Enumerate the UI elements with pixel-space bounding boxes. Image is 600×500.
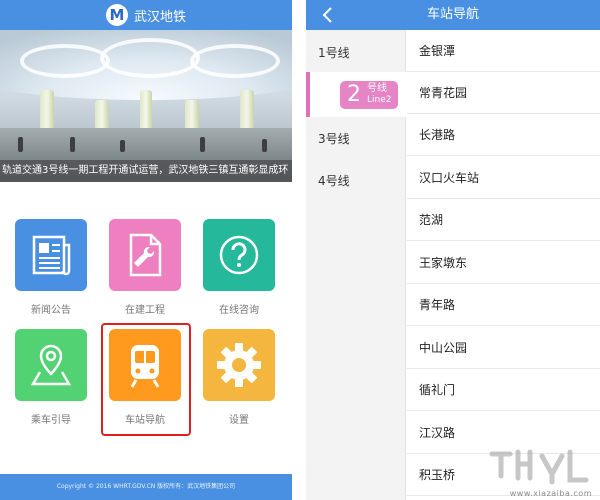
nav-header: 车站导航 [306,0,600,30]
home-screen: M 武汉地铁 轨道交通3号线一期工程开通试运营，武汉地铁三镇互通彰显成环 新闻公… [0,0,292,500]
station-item[interactable]: 王家墩东 [407,242,600,284]
app-title: 武汉地铁 [133,9,186,25]
station-list: 金银潭 常青花园 长港路 汉口火车站 范湖 王家墩东 青年路 中山公园 循礼门 … [407,30,600,500]
page-title: 车站导航 [426,7,479,22]
consult-label: 在线咨询 [219,305,259,316]
news-label: 新闻公告 [31,305,71,316]
watermark-site: www.xiazaiba.com [509,489,592,498]
station-item[interactable]: 中山公园 [407,327,600,369]
line2-label: 号线 [367,83,387,94]
settings-label: 设置 [229,415,249,426]
news-tile[interactable] [15,219,87,291]
newspaper-icon [32,235,71,276]
gear-icon [217,343,261,387]
map-pin-icon [30,344,72,386]
construction-label: 在建工程 [125,305,165,316]
consult-tile[interactable] [203,219,275,291]
station-navigation-screen: 车站导航 1号线 2 号线 Line2 3号线 4号线 金银潭 常青花园 长港路… [306,0,600,500]
news-banner[interactable]: 轨道交通3号线一期工程开通试运营，武汉地铁三镇互通彰显成环 [0,30,292,182]
guide-label: 乘车引导 [31,415,71,426]
line2-badge: 2 号线 Line2 [340,81,398,109]
station-item[interactable]: 长港路 [407,114,600,156]
station-item[interactable]: 汉口火车站 [407,157,600,199]
banner-caption: 轨道交通3号线一期工程开通试运营，武汉地铁三镇互通彰显成环 [0,160,292,182]
metro-logo-icon: M [105,4,128,26]
highlight-box [101,323,191,436]
station-item[interactable]: 范湖 [407,199,600,241]
copyright-footer: Copyright © 2016 WHRT.GDV.CN 版权所有：武汉地铁集团… [0,474,292,500]
station-item[interactable]: 金银潭 [407,30,600,72]
line-item-4[interactable]: 4号线 [306,172,406,189]
document-wrench-icon [129,233,162,277]
line-list: 1号线 2 号线 Line2 3号线 4号线 [306,30,406,500]
line2-number: 2 [347,82,361,107]
station-item[interactable]: 循礼门 [407,369,600,411]
station-item[interactable]: 青年路 [407,284,600,326]
construction-tile[interactable] [109,219,181,291]
question-icon [219,235,259,275]
station-item[interactable]: 常青花园 [407,72,600,114]
line-item-2-selected[interactable]: 2 号线 Line2 [306,72,406,117]
line2-english: Line2 [367,95,392,105]
line-item-3[interactable]: 3号线 [306,130,406,147]
settings-tile[interactable] [203,329,275,401]
guide-tile[interactable] [15,329,87,401]
app-header: M 武汉地铁 [0,0,292,30]
composite-screenshot: M 武汉地铁 轨道交通3号线一期工程开通试运营，武汉地铁三镇互通彰显成环 新闻公… [0,0,600,500]
line-item-1[interactable]: 1号线 [306,44,406,61]
